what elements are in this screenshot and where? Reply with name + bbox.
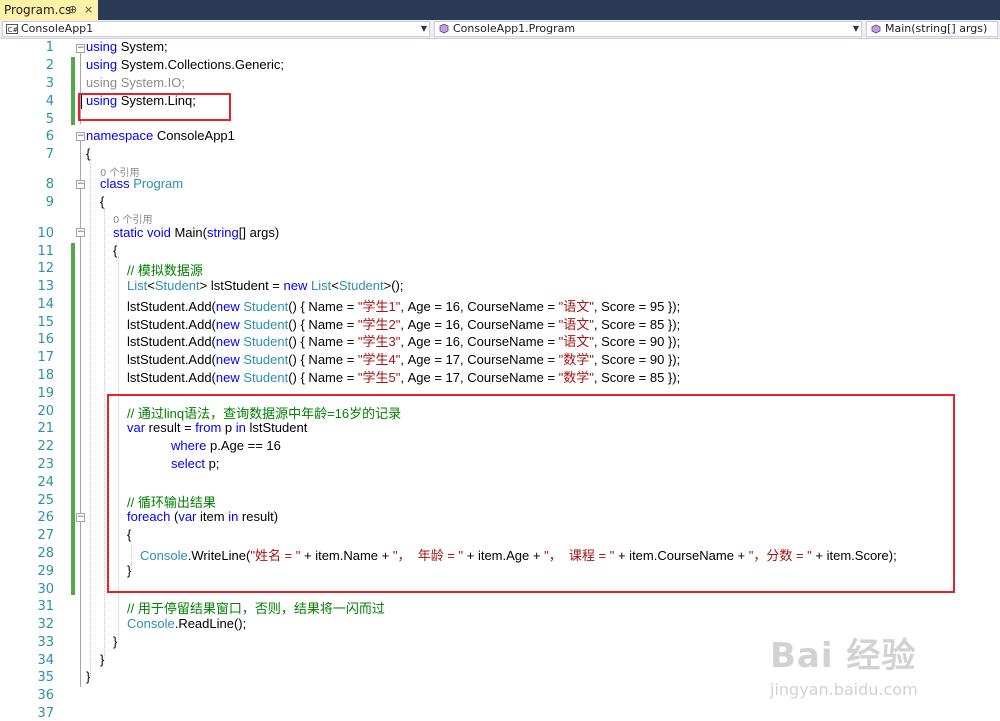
code-line: { <box>113 243 118 258</box>
method-icon <box>870 24 882 34</box>
line-number: 21 <box>37 421 54 436</box>
svg-text:C#: C# <box>8 26 19 34</box>
code-line: } <box>113 634 118 649</box>
code-line: namespace ConsoleApp1 <box>86 128 235 143</box>
member-name: Main(string[] args) <box>885 22 988 35</box>
line-number: 30 <box>37 582 54 597</box>
line-number: 18 <box>37 368 54 383</box>
tab-label: Program.cs <box>4 3 72 17</box>
code-line: lstStudent.Add(new Student() { Name = "学… <box>127 299 681 314</box>
line-number: 27 <box>37 528 54 543</box>
code-line: lstStudent.Add(new Student() { Name = "学… <box>127 352 681 367</box>
line-number: 8 <box>45 177 54 192</box>
line-number: 5 <box>45 112 54 127</box>
pin-icon[interactable]: ⊕ <box>68 0 77 20</box>
line-number: 16 <box>37 332 54 347</box>
line-number: 36 <box>37 688 54 703</box>
line-number: 15 <box>37 315 54 330</box>
close-icon[interactable]: × <box>84 0 93 20</box>
project-dropdown[interactable]: C# ConsoleApp1 ▼ <box>2 21 430 37</box>
line-number: 24 <box>37 475 54 490</box>
code-line-unused-using: using System.IO; <box>86 75 185 90</box>
line-number: 10 <box>37 226 54 241</box>
line-number: 37 <box>37 706 54 721</box>
collapse-icon[interactable]: − <box>76 228 85 237</box>
code-line: Console.ReadLine(); <box>127 616 247 631</box>
line-number: 1 <box>45 40 54 55</box>
indent-guide <box>90 158 91 676</box>
collapse-icon[interactable]: − <box>76 132 85 141</box>
line-number: 28 <box>37 546 54 561</box>
project-name: ConsoleApp1 <box>21 22 94 35</box>
line-number: 14 <box>37 297 54 312</box>
document-tab-bar: Program.cs ⊕ × <box>0 0 1000 20</box>
line-number: 2 <box>45 58 54 73</box>
baidu-watermark: Bai 经验 jingyan.baidu.com <box>770 628 970 716</box>
code-comment: // 用于停留结果窗口，否则，结果将一闪而过 <box>127 601 385 616</box>
line-number: 20 <box>37 404 54 419</box>
line-number: 31 <box>37 599 54 614</box>
line-number: 22 <box>37 439 54 454</box>
line-number: 23 <box>37 457 54 472</box>
code-line: lstStudent.Add(new Student() { Name = "学… <box>127 334 681 349</box>
chevron-down-icon: ▼ <box>852 24 859 33</box>
code-comment: // 模拟数据源 <box>127 263 203 278</box>
change-indicator <box>71 57 75 125</box>
collapse-icon[interactable]: − <box>76 513 85 522</box>
code-line: using System.Collections.Generic; <box>86 57 284 72</box>
change-indicator <box>71 243 75 595</box>
code-line: } <box>100 652 105 667</box>
watermark-logo-text: Bai 经验 <box>770 636 917 676</box>
line-number: 17 <box>37 350 54 365</box>
class-icon <box>438 23 450 34</box>
collapse-icon[interactable]: − <box>76 180 85 189</box>
line-number: 3 <box>45 76 54 91</box>
line-number: 7 <box>45 147 54 162</box>
csharp-project-icon: C# <box>6 24 18 34</box>
tab-program-cs[interactable]: Program.cs ⊕ × <box>0 0 98 20</box>
code-line: class Program <box>100 176 184 191</box>
line-number: 32 <box>37 617 54 632</box>
outline-line <box>80 141 81 687</box>
line-number: 33 <box>37 635 54 650</box>
line-number: 6 <box>45 129 54 144</box>
line-number: 9 <box>45 195 54 210</box>
line-number: 12 <box>37 261 54 276</box>
line-number: 26 <box>37 510 54 525</box>
codelens-references[interactable]: 0 个引用 <box>113 211 153 226</box>
code-line: } <box>86 669 91 684</box>
highlight-box-linq-query <box>107 394 955 593</box>
indent-guide <box>104 208 105 658</box>
member-dropdown[interactable]: Main(string[] args) <box>866 21 998 37</box>
line-number: 11 <box>37 244 54 259</box>
class-dropdown[interactable]: ConsoleApp1.Program ▼ <box>434 21 862 37</box>
line-number: 34 <box>37 653 54 668</box>
chevron-down-icon: ▼ <box>420 24 427 33</box>
code-line: { <box>86 146 91 161</box>
collapse-icon[interactable]: − <box>76 44 85 53</box>
code-line: using System; <box>86 39 168 54</box>
line-number: 29 <box>37 564 54 579</box>
code-line: { <box>100 194 105 209</box>
line-number: 13 <box>37 279 54 294</box>
line-number: 19 <box>37 386 54 401</box>
line-number-gutter: 1 2 3 4 5 6 7 8 9 10 11 12 13 14 15 16 1… <box>0 39 60 721</box>
highlight-box-using-linq <box>78 93 231 121</box>
watermark-url: jingyan.baidu.com <box>770 680 918 699</box>
code-line: lstStudent.Add(new Student() { Name = "学… <box>127 370 681 385</box>
line-number: 4 <box>45 94 54 109</box>
navigation-bar: C# ConsoleApp1 ▼ ConsoleApp1.Program ▼ Ma… <box>0 20 1000 39</box>
class-name: ConsoleApp1.Program <box>453 22 576 35</box>
code-line: List<Student> lstStudent = new List<Stud… <box>127 278 404 293</box>
line-number: 35 <box>37 670 54 685</box>
line-number: 25 <box>37 493 54 508</box>
code-line: static void Main(string[] args) <box>113 225 280 240</box>
